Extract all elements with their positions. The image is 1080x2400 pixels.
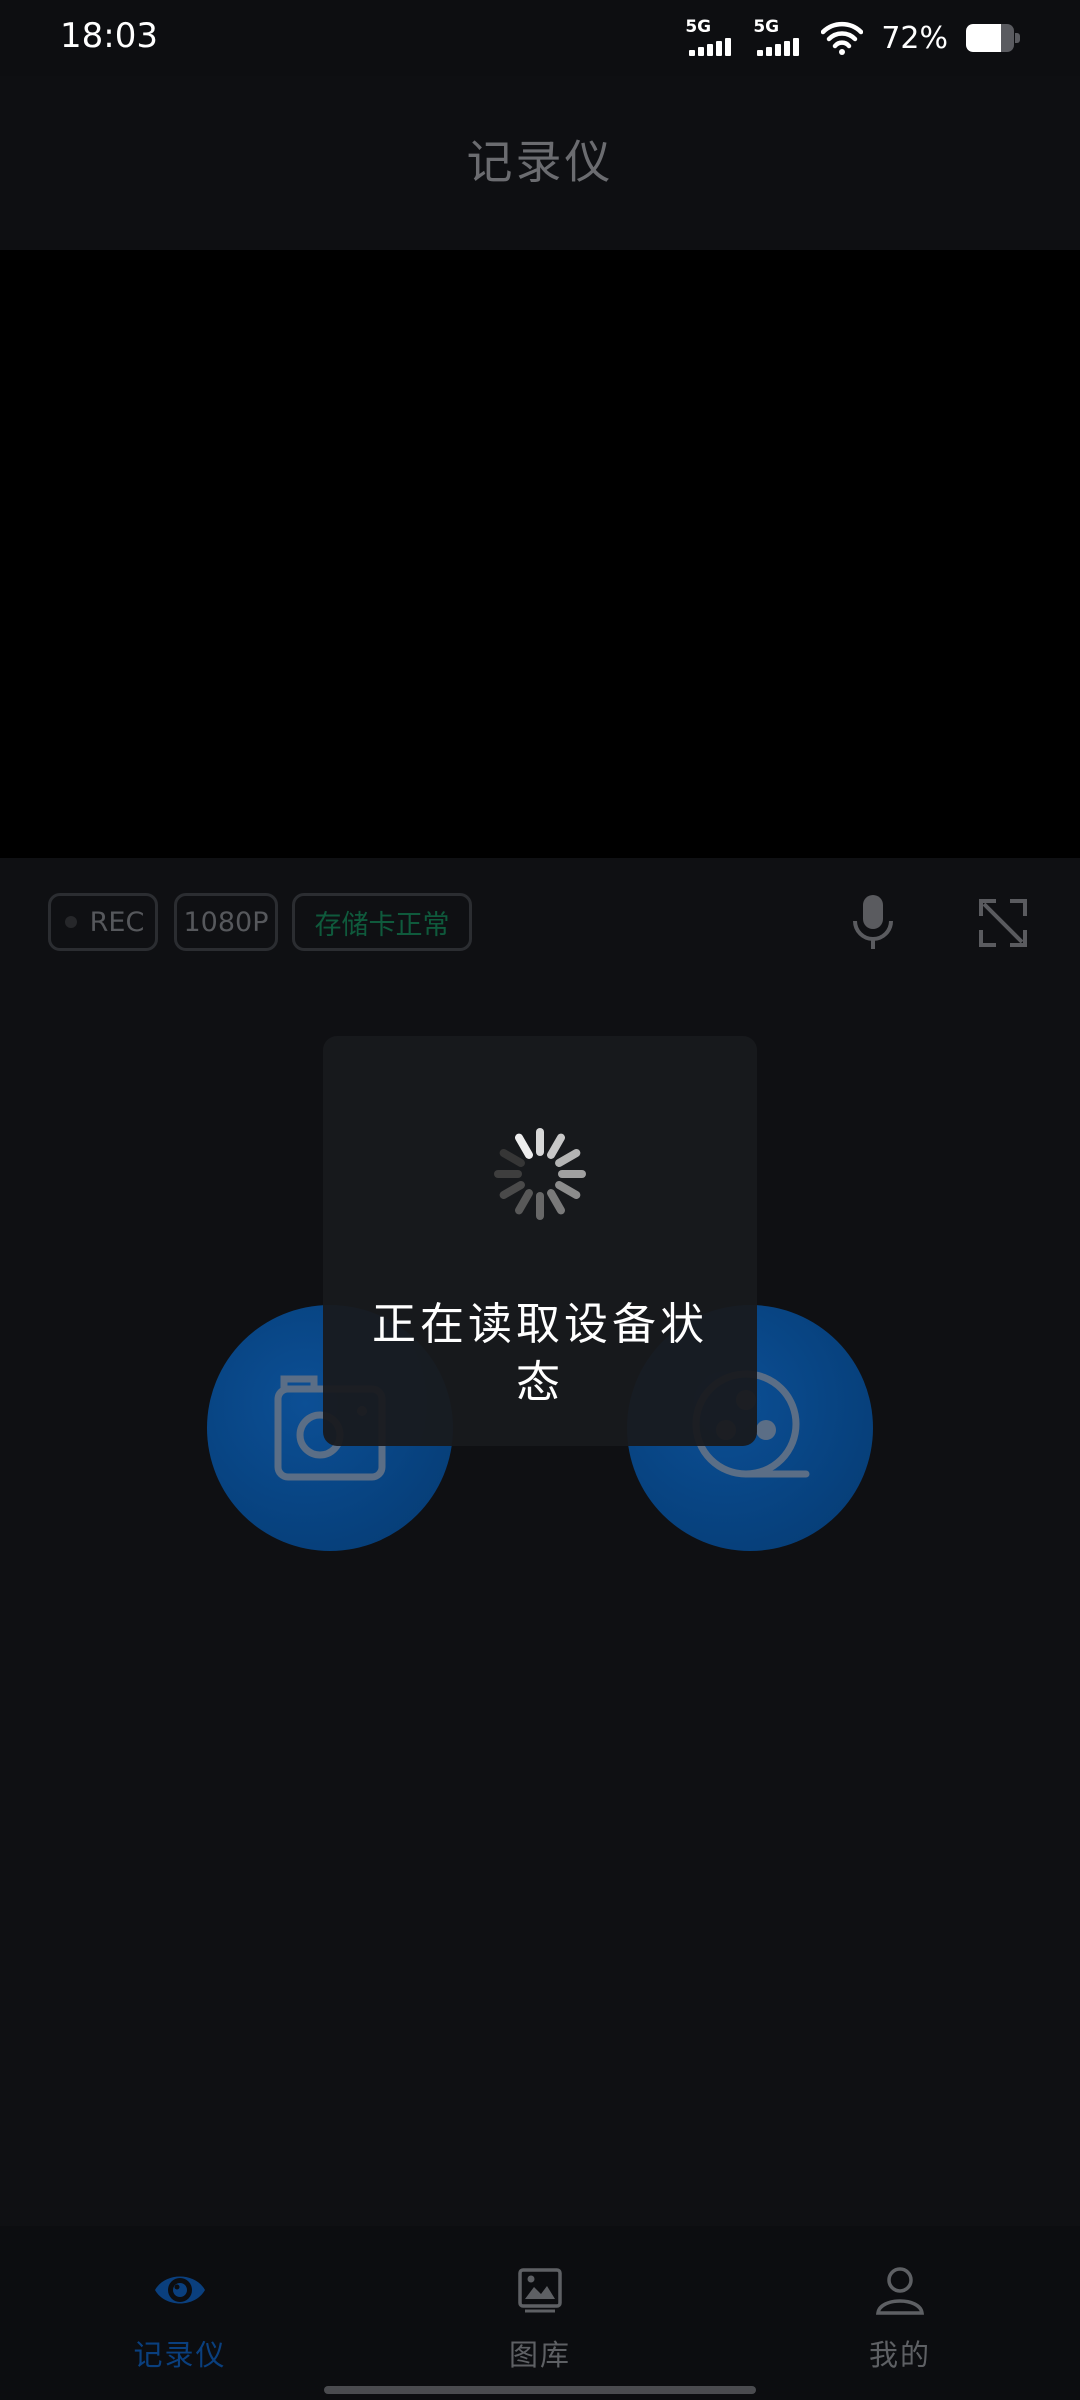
cellular-signal-2-icon: 5G [753, 18, 803, 58]
home-indicator[interactable] [324, 2386, 756, 2394]
network-type-1: 5G [685, 17, 712, 37]
nav-label-gallery: 图库 [508, 2338, 571, 2372]
bottom-nav: 记录仪 图库 我的 [0, 2226, 1080, 2400]
nav-item-recorder[interactable]: 记录仪 [80, 2262, 280, 2374]
microphone-icon [853, 895, 893, 949]
expand-icon [979, 899, 1027, 947]
status-chip-row: REC 1080P 存储卡正常 [0, 858, 1080, 988]
person-icon [876, 2267, 924, 2315]
storage-status-label: 存储卡正常 [314, 909, 450, 941]
microphone-button[interactable] [838, 888, 908, 958]
rec-badge: REC [48, 893, 158, 951]
eye-icon [155, 2276, 205, 2304]
rec-label: REC [89, 906, 145, 938]
storage-status-badge: 存储卡正常 [292, 893, 472, 951]
fullscreen-button[interactable] [968, 888, 1038, 958]
rec-dot-icon [65, 916, 77, 928]
nav-label-recorder: 记录仪 [133, 2338, 227, 2372]
nav-item-gallery[interactable]: 图库 [440, 2262, 640, 2374]
battery-percent: 72% [881, 20, 948, 56]
video-preview[interactable] [0, 250, 1080, 858]
app-header: 记录仪 [0, 76, 1080, 250]
battery-icon [966, 24, 1020, 52]
resolution-label: 1080P [183, 906, 269, 938]
status-time: 18:03 [60, 16, 158, 56]
loading-dialog: 正在读取设备状态 [323, 1036, 757, 1446]
nav-item-mine[interactable]: 我的 [800, 2262, 1000, 2374]
page-title: 记录仪 [466, 135, 614, 189]
status-indicators: 5G 5G 72% [685, 18, 1020, 58]
cellular-signal-1-icon: 5G [685, 18, 735, 58]
network-type-2: 5G [753, 17, 780, 37]
resolution-badge: 1080P [174, 893, 278, 951]
status-bar: 18:03 5G 5G 72% [0, 0, 1080, 76]
nav-label-mine: 我的 [868, 2338, 931, 2372]
wifi-icon [821, 21, 864, 55]
image-icon [518, 2268, 562, 2313]
loading-spinner-icon [494, 1128, 586, 1220]
loading-message: 正在读取设备状态 [372, 1299, 708, 1408]
